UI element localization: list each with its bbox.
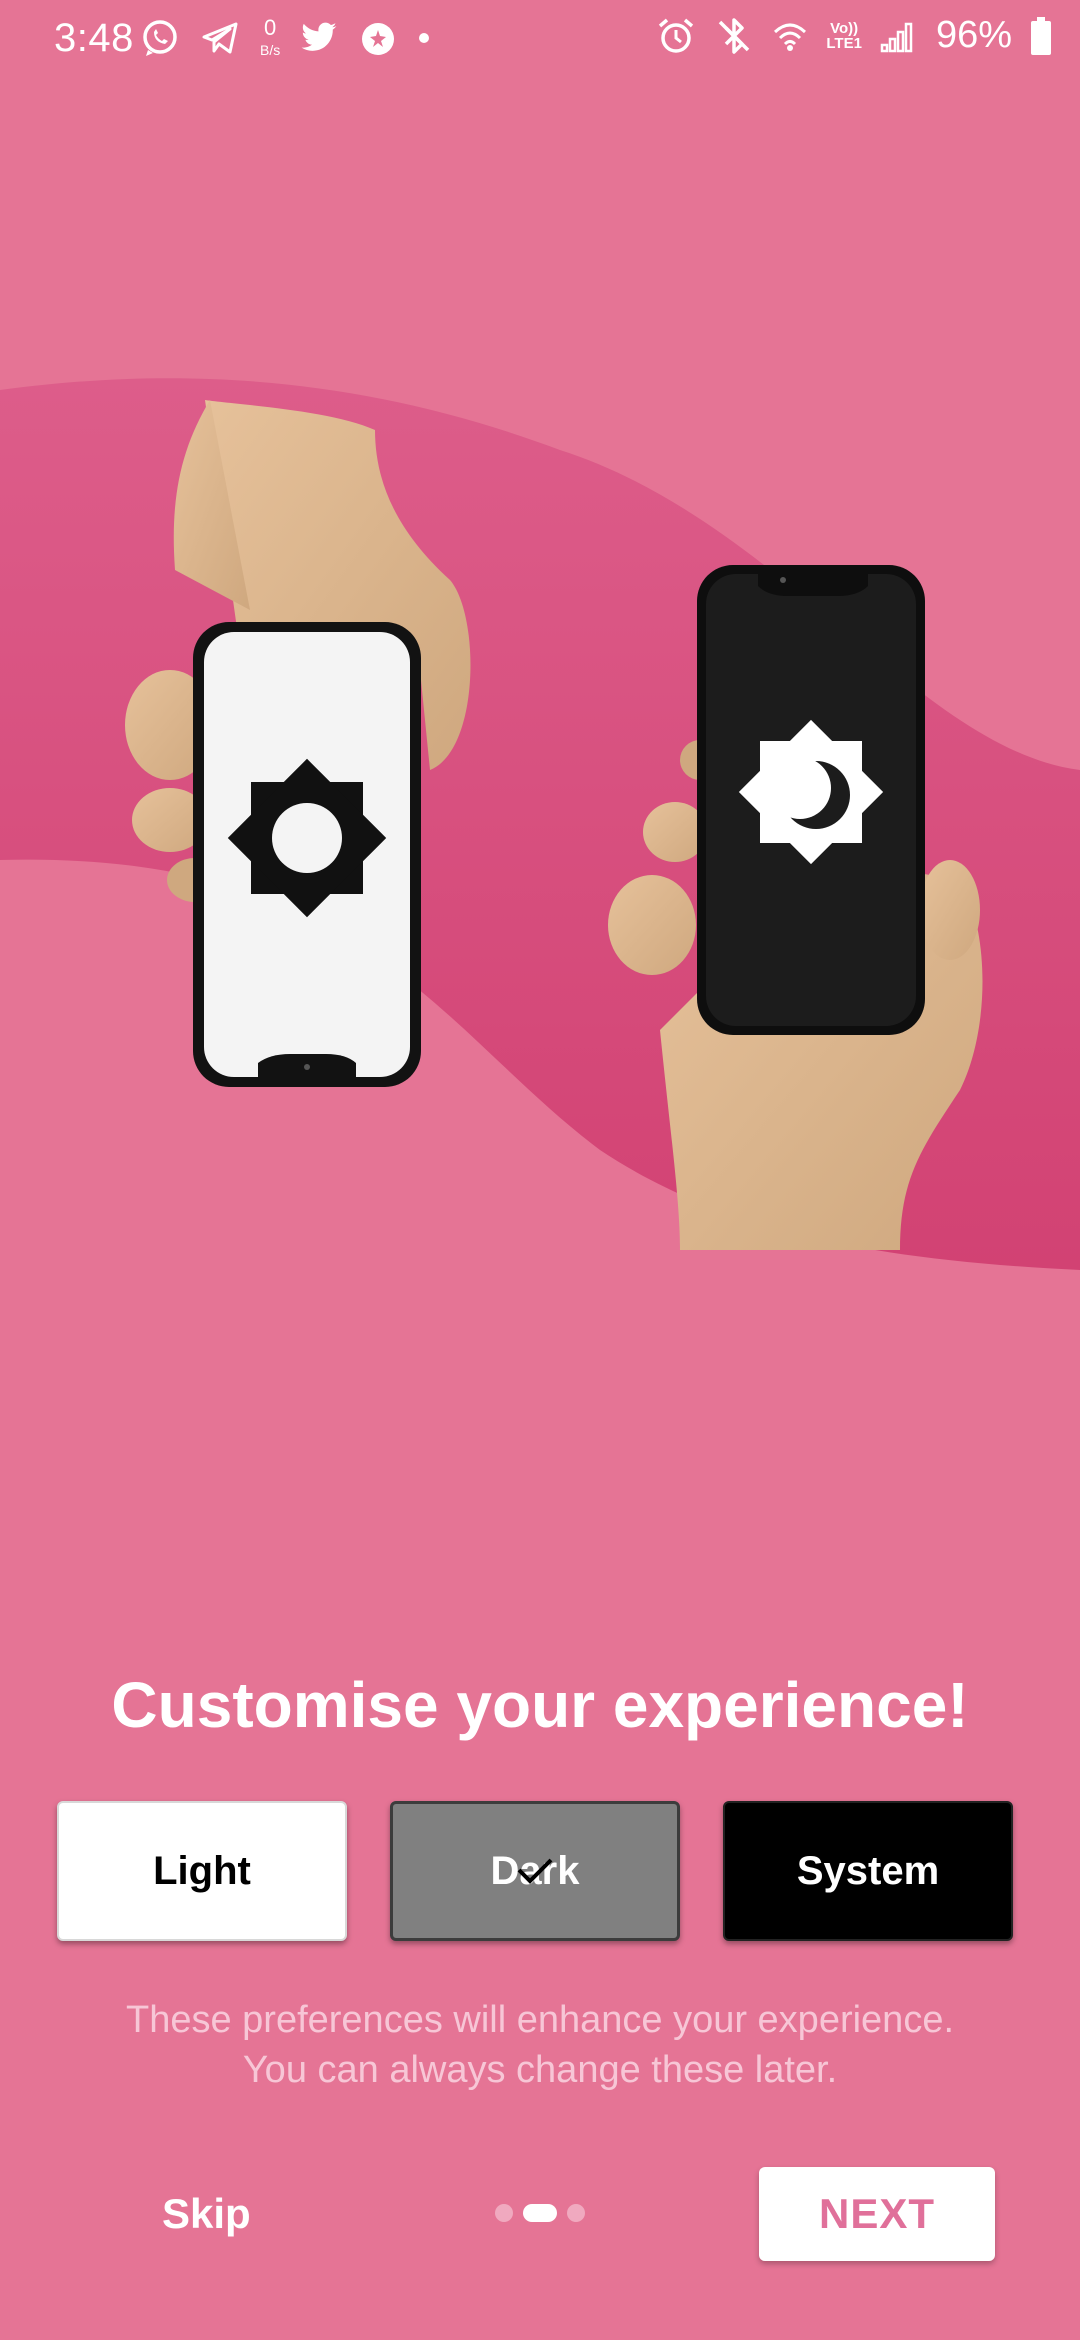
hero-illustration [0, 378, 1080, 1271]
status-bar: 3:48 0 B/s Vo)) LTE1 96% [0, 0, 1080, 80]
network-speed: 0 B/s [260, 15, 281, 58]
battery-icon [1031, 16, 1051, 55]
lte-text: LTE1 [826, 34, 862, 52]
twitter-icon [301, 22, 337, 51]
status-left-icons: 0 B/s [140, 15, 430, 58]
description: These preferences will enhance your expe… [40, 1995, 1040, 2095]
wifi-icon [774, 23, 807, 51]
light-mode-sun-icon [227, 758, 387, 918]
check-icon [517, 1858, 553, 1884]
theme-system-button[interactable]: System [723, 1801, 1013, 1941]
status-time: 3:48 [54, 16, 134, 60]
dot-icon [419, 33, 430, 43]
whatsapp-icon [143, 20, 177, 56]
page-dot [567, 2204, 585, 2222]
lte-label: Vo)) LTE1 [826, 21, 862, 51]
network-speed-unit: B/s [260, 42, 281, 58]
telegram-icon [202, 22, 238, 54]
volte-text: Vo)) [830, 19, 859, 37]
page-indicator [495, 2204, 585, 2222]
next-button[interactable]: NEXT [759, 2167, 995, 2261]
notification-app-icon [362, 23, 395, 55]
description-line-2: You can always change these later. [242, 2049, 838, 2091]
status-right-icons: Vo)) LTE1 96% [656, 14, 1052, 57]
page-dot-active [523, 2204, 557, 2222]
description-line-1: These preferences will enhance your expe… [125, 1999, 955, 2041]
bluetooth-off-icon [719, 17, 750, 54]
theme-light-button[interactable]: Light [57, 1801, 347, 1941]
theme-light-label: Light [153, 1848, 251, 1893]
battery-percent: 96% [935, 14, 1012, 56]
theme-dark-button[interactable]: Dark [390, 1801, 680, 1941]
alarm-icon [659, 18, 694, 53]
page-dot [495, 2204, 513, 2222]
theme-system-label: System [796, 1848, 940, 1893]
page-title: Customise your experience! [111, 1669, 969, 1741]
signal-icon [880, 22, 913, 52]
dark-mode-moon-icon [738, 719, 884, 865]
network-speed-value: 0 [263, 15, 277, 40]
skip-button[interactable]: Skip [162, 2190, 251, 2238]
